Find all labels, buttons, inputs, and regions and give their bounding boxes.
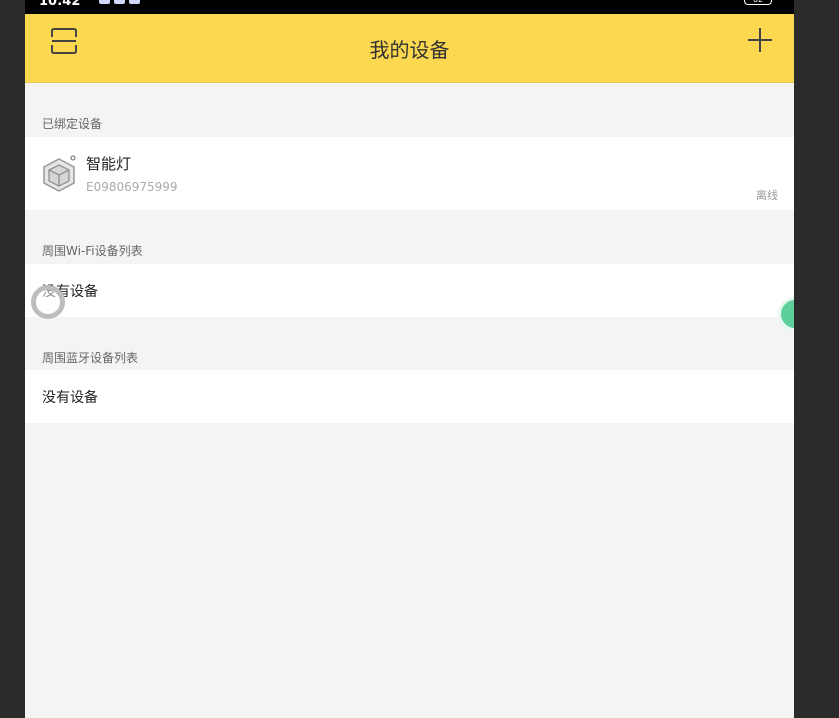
battery-icon: 62 xyxy=(744,0,772,5)
status-time: 10:42 xyxy=(39,0,81,9)
notification-icon xyxy=(129,0,140,4)
device-row[interactable]: 智能灯 E09806975999 离线 xyxy=(25,137,794,210)
top-bar: 我的设备 xyxy=(25,14,794,83)
notification-icons xyxy=(99,0,140,4)
loading-spinner-icon xyxy=(31,285,65,319)
bluetooth-device-list: 没有设备 xyxy=(25,370,794,423)
notification-icon xyxy=(114,0,125,4)
bound-devices-label: 已绑定设备 xyxy=(42,117,103,131)
device-id: E09806975999 xyxy=(86,180,178,194)
device-status: 离线 xyxy=(756,189,778,202)
bluetooth-empty-text: 没有设备 xyxy=(42,390,98,406)
bluetooth-devices-label: 周围蓝牙设备列表 xyxy=(42,351,139,365)
status-bar: 10:42 62 xyxy=(25,0,794,14)
page-title: 我的设备 xyxy=(369,38,450,62)
wifi-devices-label: 周围Wi-Fi设备列表 xyxy=(42,244,143,258)
app-screen: 10:42 62 我的设备 已绑定设备 智能灯 E09806975999 xyxy=(25,0,794,718)
add-icon[interactable] xyxy=(746,26,774,54)
notification-icon xyxy=(99,0,110,4)
device-name: 智能灯 xyxy=(86,155,132,173)
wifi-device-list: 没有设备 xyxy=(25,264,794,317)
device-cube-icon xyxy=(43,155,76,192)
